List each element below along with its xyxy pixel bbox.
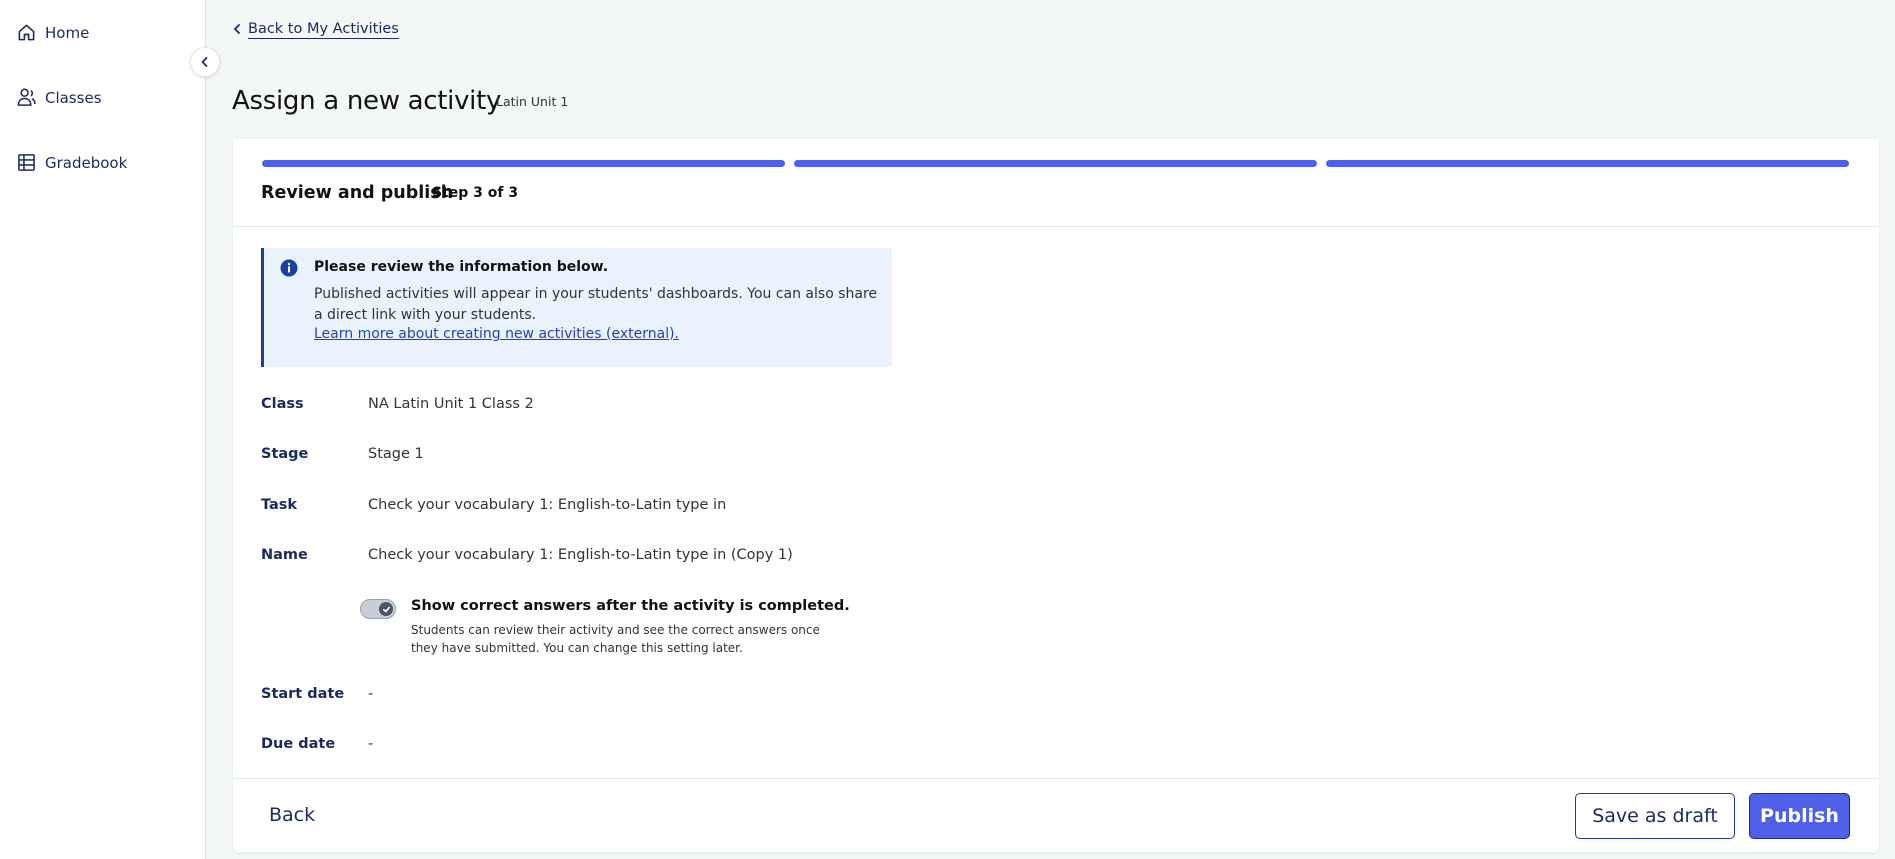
- sidebar-item-label: Gradebook: [45, 153, 128, 172]
- info-banner: Please review the information below. Pub…: [261, 248, 892, 367]
- learn-more-link[interactable]: Learn more about creating new activities…: [314, 326, 679, 342]
- save-draft-button[interactable]: Save as draft: [1575, 793, 1735, 839]
- progress-step-1: [262, 160, 785, 167]
- step-title: Review and publish: [261, 183, 454, 203]
- sidebar-item-label: Classes: [45, 88, 102, 107]
- due-date-value: -: [368, 736, 374, 752]
- stage-label: Stage: [261, 446, 309, 462]
- back-to-activities-link[interactable]: Back to My Activities: [232, 20, 399, 39]
- chevron-left-icon: [199, 53, 211, 72]
- publish-button[interactable]: Publish: [1749, 793, 1850, 839]
- toggle-description: Students can review their activity and s…: [411, 623, 820, 655]
- gradebook-icon: [16, 152, 37, 173]
- toggle-title: Show correct answers after the activity …: [411, 598, 850, 614]
- step-indicator: Step 3 of 3: [432, 185, 519, 201]
- home-icon: [16, 22, 37, 43]
- info-title: Please review the information below.: [314, 259, 609, 275]
- class-value: NA Latin Unit 1 Class 2: [368, 396, 534, 412]
- sidebar-collapse-button[interactable]: [190, 47, 220, 77]
- progress-step-3: [1326, 160, 1849, 167]
- show-answers-toggle[interactable]: [360, 599, 396, 619]
- check-icon: [379, 602, 393, 616]
- start-date-label: Start date: [261, 686, 345, 702]
- stage-value: Stage 1: [368, 446, 424, 462]
- sidebar: Home Classes Gradebook: [0, 0, 206, 859]
- info-icon: [280, 259, 298, 281]
- info-body: Published activities will appear in your…: [314, 286, 878, 323]
- back-link-label: Back to My Activities: [248, 20, 399, 39]
- page-title: Assign a new activity: [232, 86, 502, 116]
- sidebar-item-classes[interactable]: Classes: [16, 87, 102, 108]
- classes-icon: [16, 87, 37, 108]
- unit-tag: Latin Unit 1: [496, 94, 569, 109]
- task-value: Check your vocabulary 1: English-to-Lati…: [368, 497, 727, 513]
- start-date-value: -: [368, 686, 374, 702]
- sidebar-item-home[interactable]: Home: [16, 22, 89, 43]
- footer-divider: [233, 778, 1879, 779]
- review-card: Review and publish Step 3 of 3 Please re…: [233, 139, 1879, 852]
- progress-step-2: [794, 160, 1317, 167]
- chevron-left-icon: [232, 20, 242, 39]
- class-label: Class: [261, 396, 304, 412]
- name-label: Name: [261, 547, 308, 563]
- due-date-label: Due date: [261, 736, 336, 752]
- sidebar-item-gradebook[interactable]: Gradebook: [16, 152, 127, 173]
- sidebar-item-label: Home: [45, 23, 90, 42]
- back-button[interactable]: Back: [269, 804, 315, 826]
- header-divider: [233, 226, 1879, 227]
- name-value: Check your vocabulary 1: English-to-Lati…: [368, 547, 793, 563]
- task-label: Task: [261, 497, 298, 513]
